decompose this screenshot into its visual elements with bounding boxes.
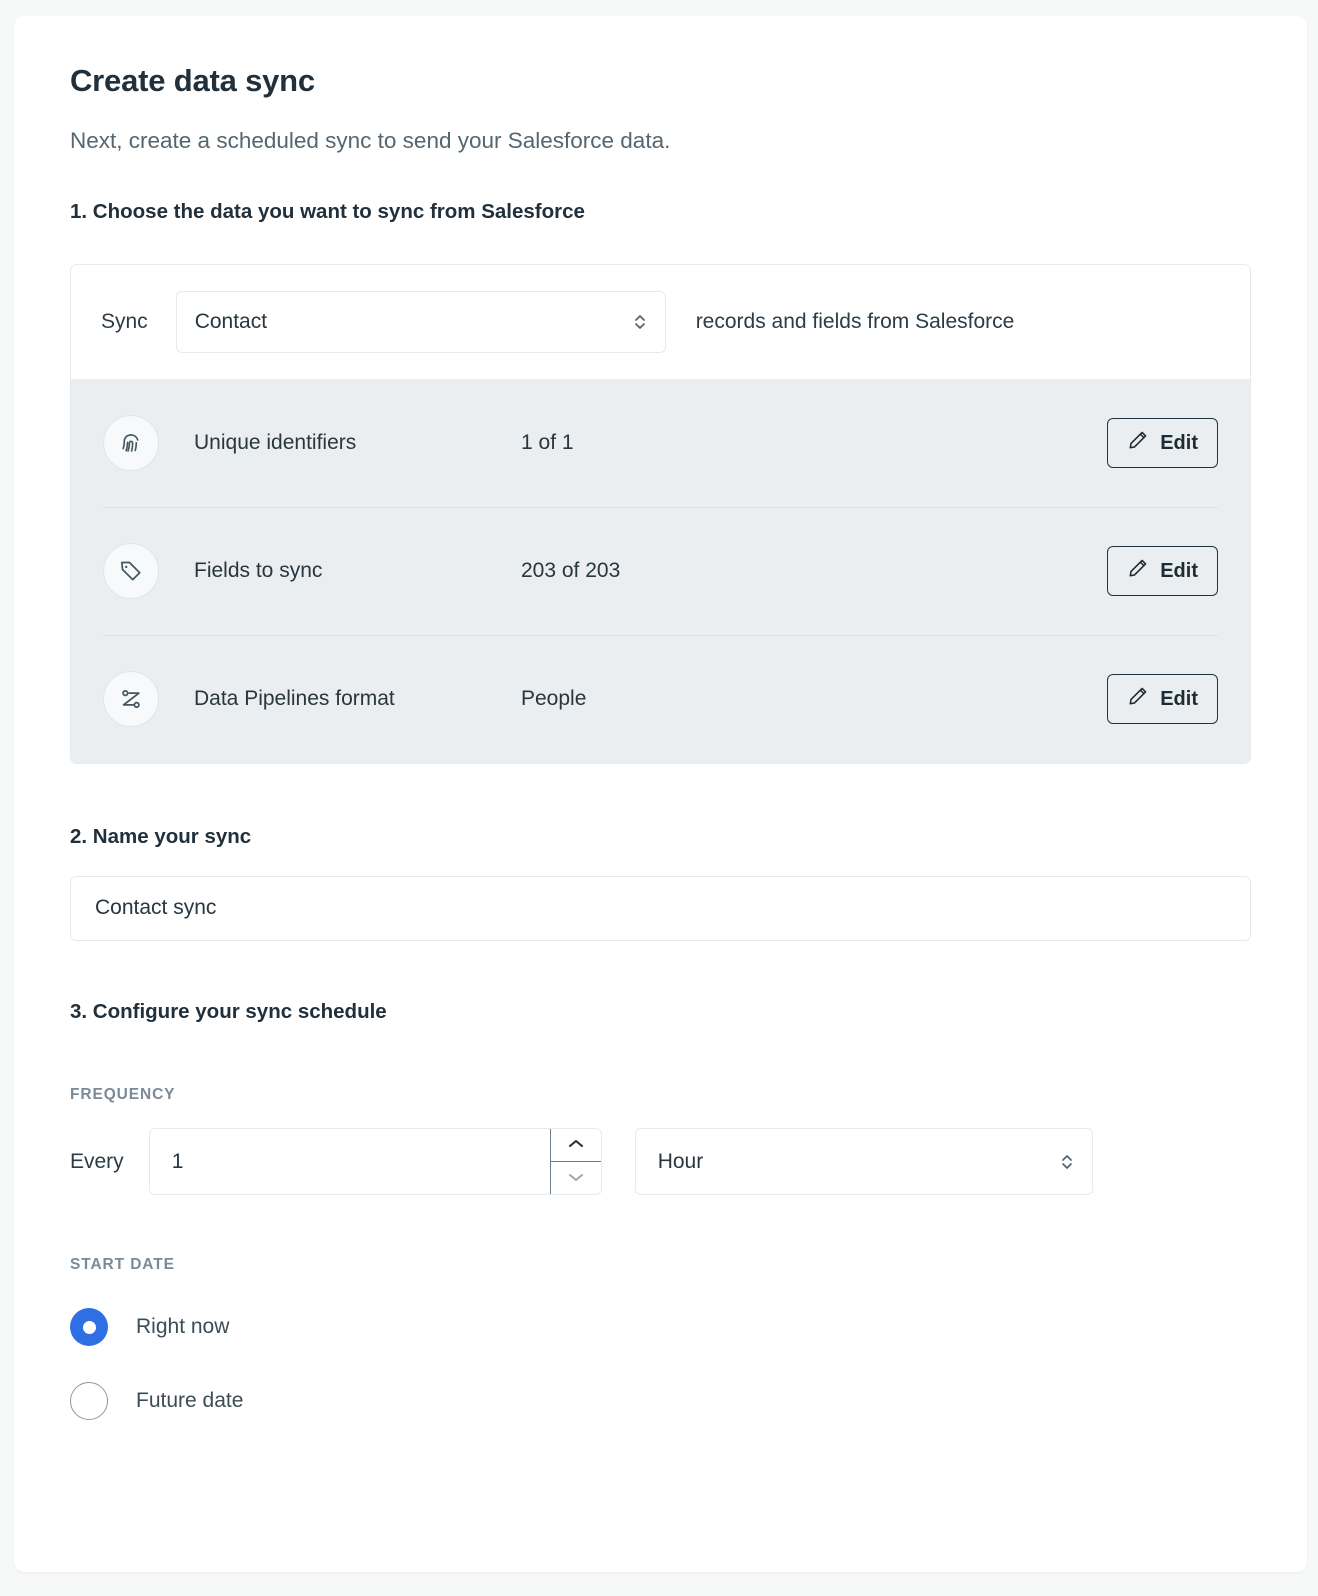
pencil-icon [1127,685,1149,713]
edit-button-label: Edit [1160,431,1198,454]
detail-row-unique-identifiers: Unique identifiers 1 of 1 Edit [103,379,1218,507]
interval-stepper [148,1128,602,1196]
radio-unselected-icon [70,1382,108,1421]
detail-value: 203 of 203 [521,559,621,583]
radio-selected-icon [70,1308,108,1347]
step-2-heading: 2. Name your sync [70,825,252,849]
detail-label: Data Pipelines format [194,687,395,711]
create-data-sync-card: Create data sync Next, create a schedule… [14,16,1307,1572]
detail-row-fields-to-sync: Fields to sync 203 of 203 Edit [103,507,1218,635]
start-date-option-future-date[interactable]: Future date [70,1382,1251,1421]
chevron-up-icon [566,1138,586,1153]
page-subtitle: Next, create a scheduled sync to send yo… [70,128,671,154]
sync-suffix-label: records and fields from Salesforce [695,310,1015,334]
every-label: Every [70,1149,124,1173]
object-select-value: Contact [194,310,268,334]
edit-button-label: Edit [1160,687,1198,710]
edit-button-label: Edit [1160,559,1198,582]
data-selection-panel: Sync Contact records and fields from Sal… [70,264,1251,765]
detail-label: Unique identifiers [194,431,357,455]
frequency-row: Every 1 Hour [70,1128,1251,1196]
frequency-unit-value: Hour [657,1149,704,1173]
stepper-buttons [549,1129,601,1195]
edit-unique-identifiers-button[interactable]: Edit [1107,418,1218,469]
edit-fields-to-sync-button[interactable]: Edit [1107,546,1218,597]
interval-input[interactable] [149,1129,550,1195]
start-date-option-right-now[interactable]: Right now [70,1308,1251,1347]
detail-value: People [521,687,587,711]
page-root: Create data sync Next, create a schedule… [0,0,1318,1596]
object-select[interactable]: Contact [175,291,666,354]
stepper-increment-button[interactable] [551,1129,601,1161]
sync-prefix-label: Sync [101,310,148,334]
start-date-label: START DATE [70,1256,175,1274]
chevron-up-down-icon [1059,1150,1075,1174]
detail-value: 1 of 1 [521,431,574,455]
frequency-unit-select[interactable]: Hour [634,1128,1093,1196]
sync-detail-list: Unique identifiers 1 of 1 Edit Fields to… [71,379,1250,764]
tag-icon [103,543,159,600]
step-3-heading: 3. Configure your sync schedule [70,999,387,1023]
step-1-heading: 1. Choose the data you want to sync from… [70,200,585,224]
page-title: Create data sync [70,63,315,98]
sync-name-input[interactable] [70,875,1251,941]
detail-row-data-pipelines-format: Data Pipelines format People Edit [103,635,1218,763]
frequency-label: FREQUENCY [70,1086,176,1104]
radio-label: Future date [136,1389,244,1413]
sync-object-row: Sync Contact records and fields from Sal… [71,265,1250,380]
radio-label: Right now [136,1315,230,1339]
chevron-up-down-icon [632,310,648,334]
pencil-icon [1127,557,1149,585]
pencil-icon [1127,429,1149,457]
stepper-decrement-button[interactable] [550,1161,601,1194]
fingerprint-icon [103,415,159,472]
edit-data-pipelines-format-button[interactable]: Edit [1107,674,1218,725]
detail-label: Fields to sync [194,559,323,583]
data-pipelines-icon [103,671,159,728]
chevron-down-icon [566,1171,586,1186]
